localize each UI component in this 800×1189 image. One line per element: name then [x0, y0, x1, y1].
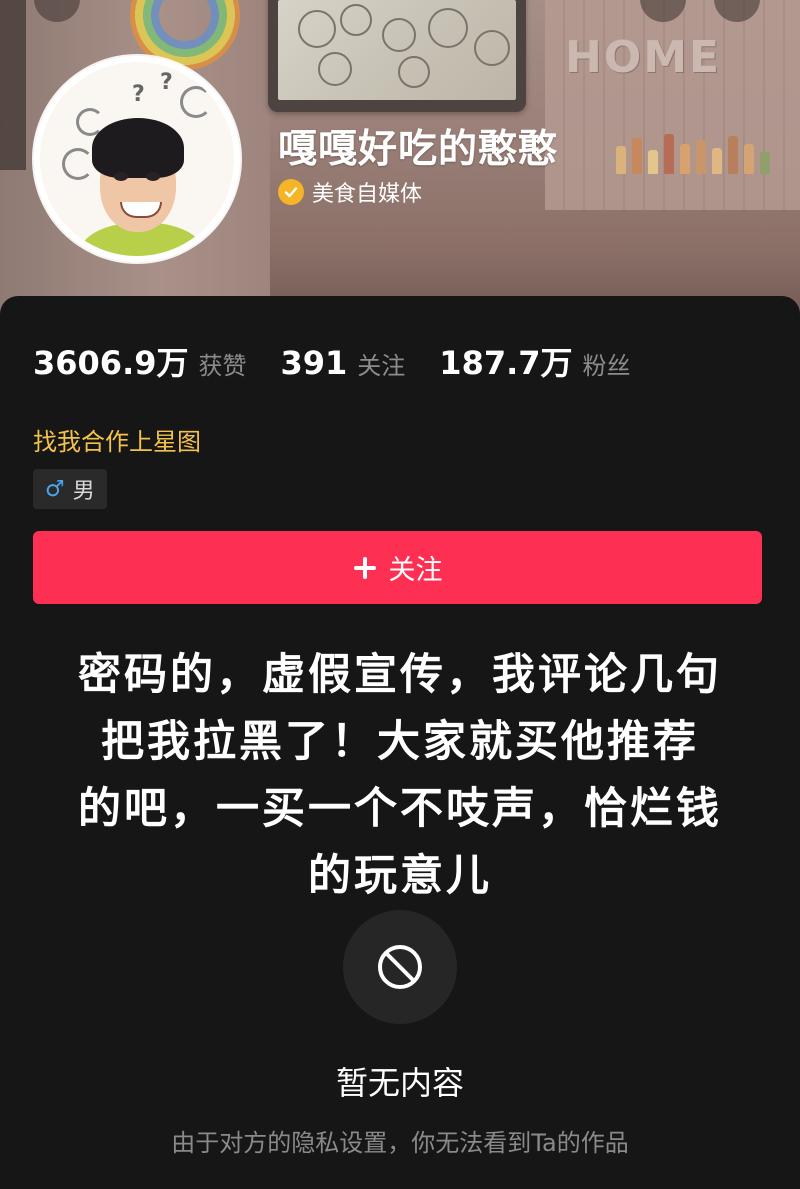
- banner-tv: [268, 0, 526, 112]
- verification-row: 美食自媒体: [278, 176, 422, 208]
- follow-button-label: 关注: [388, 555, 443, 586]
- stat-likes[interactable]: 3606.9万 获赞: [33, 338, 247, 384]
- stat-label: 关注: [357, 352, 406, 380]
- empty-state-icon-container: [343, 910, 457, 1024]
- stat-label: 获赞: [198, 352, 247, 380]
- gender-label: 男: [72, 479, 95, 504]
- follow-button[interactable]: 关注: [33, 531, 762, 604]
- stats-row: 3606.9万 获赞 391 关注 187.7万 粉丝: [33, 338, 665, 384]
- star-map-link[interactable]: 找我合作上星图: [33, 422, 201, 457]
- profile-page: HOME ? ? 嘎嘎好吃的憨憨 美食自媒体 3606.9万 获赞 391 关注…: [0, 0, 800, 1189]
- stat-label: 粉丝: [582, 352, 631, 380]
- caption-line: 把我拉黑了！大家就买他推荐: [101, 717, 699, 767]
- stat-value: 187.7万: [439, 344, 573, 382]
- blocked-icon: [378, 945, 422, 989]
- gender-tag: ♂ 男: [33, 469, 107, 509]
- stat-value: 3606.9万: [33, 344, 189, 382]
- home-sign: HOME: [565, 32, 722, 83]
- empty-state-description: 由于对方的隐私设置，你无法看到Ta的作品: [171, 1129, 629, 1157]
- banner-bottles: [612, 128, 792, 174]
- overlay-caption: 密码的，虚假宣传，我评论几句 把我拉黑了！大家就买他推荐 的吧，一买一个不吱声，…: [62, 642, 738, 910]
- stat-following[interactable]: 391 关注: [281, 344, 406, 382]
- plus-icon: [353, 556, 377, 580]
- empty-state-title: 暂无内容: [335, 1064, 464, 1102]
- stat-value: 391: [280, 344, 348, 382]
- male-icon: ♂: [45, 476, 65, 502]
- username: 嘎嘎好吃的憨憨: [278, 127, 559, 172]
- caption-line: 的吧，一买一个不吱声，恰烂钱: [78, 784, 722, 834]
- avatar[interactable]: ? ?: [34, 56, 240, 262]
- caption-line: 密码的，虚假宣传，我评论几句: [78, 650, 722, 700]
- verified-check-icon: [278, 179, 304, 205]
- tv-screen: [278, 0, 516, 100]
- stat-followers[interactable]: 187.7万 粉丝: [439, 338, 630, 384]
- caption-line: 的玩意儿: [308, 851, 492, 901]
- verified-label: 美食自媒体: [312, 182, 423, 207]
- banner-shadow: [0, 0, 26, 170]
